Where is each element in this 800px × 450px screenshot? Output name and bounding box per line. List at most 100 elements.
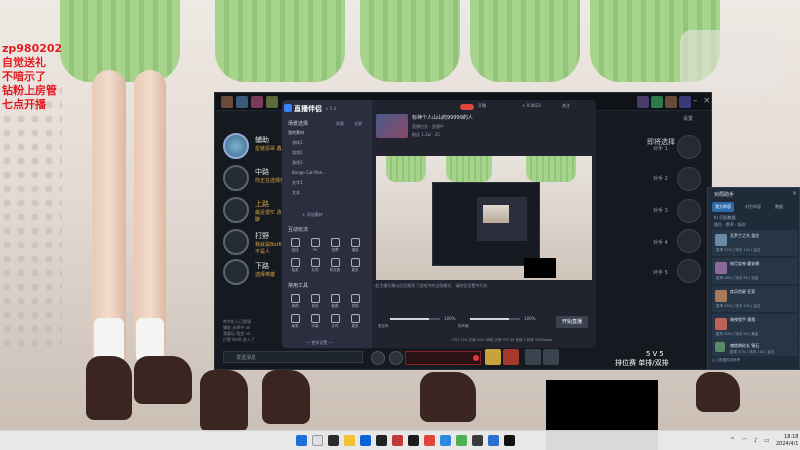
- tool-button[interactable]: 粉丝团: [326, 258, 344, 273]
- champion-icon[interactable]: [221, 96, 233, 108]
- tool-button[interactable]: 更多: [346, 314, 364, 329]
- card-stats: 胜率 55% | 场次 200 | 钻石: [716, 304, 761, 308]
- tab-data[interactable]: 数据: [772, 202, 786, 212]
- stream-preview[interactable]: [376, 156, 592, 280]
- wechat-icon[interactable]: [456, 435, 467, 446]
- tool-button[interactable]: 字幕: [306, 314, 324, 329]
- wifi-icon[interactable]: ◠: [742, 437, 747, 444]
- speaker-volume-slider[interactable]: [470, 318, 520, 320]
- tool-button[interactable]: 投票: [326, 238, 344, 253]
- app-icon[interactable]: [376, 435, 387, 446]
- summoner-spell-icon[interactable]: [503, 349, 519, 365]
- player-role: 辅助: [255, 136, 269, 144]
- chat-input[interactable]: 发送消息: [223, 351, 363, 363]
- windows-taskbar: ^ ◠ ♪ ▭ 18:18 2024/4/1: [0, 430, 800, 450]
- champion-icon[interactable]: [266, 96, 278, 108]
- tool-button[interactable]: 福袋: [346, 238, 364, 253]
- helper-subtitle: Kr 匹配数据: [714, 215, 736, 220]
- tool-button[interactable]: PK: [306, 238, 324, 252]
- skirt-shape: [60, 0, 180, 82]
- start-icon[interactable]: [296, 435, 307, 446]
- app-icon[interactable]: [424, 435, 435, 446]
- stream-app-icon[interactable]: [504, 435, 515, 446]
- tool-button[interactable]: 计时: [326, 314, 344, 329]
- summoner-spell-icon[interactable]: [485, 349, 501, 365]
- file-explorer-icon[interactable]: [344, 435, 355, 446]
- speaker-volume-value: 100%: [524, 316, 536, 321]
- player-card[interactable]: 疾风剑豪 亚索 胜率 55% | 场次 200 | 钻石: [712, 286, 798, 312]
- tab-enemy-team[interactable]: 对方阵容: [742, 202, 764, 212]
- overlay-line: 不喑示了: [2, 70, 46, 83]
- source-item[interactable]: 游戏3: [292, 160, 303, 166]
- source-item[interactable]: Bongo Cat Mve...: [292, 170, 326, 175]
- tiktok-icon[interactable]: [408, 435, 419, 446]
- tool-button[interactable]: 连线: [286, 238, 304, 253]
- card-name: 暗夜猎手 薇恩: [730, 317, 756, 322]
- mic-volume-slider[interactable]: [390, 318, 440, 320]
- champion-icon[interactable]: [651, 96, 663, 108]
- card-name: 瓦罗兰之光 盖伦: [730, 233, 760, 238]
- app-icon[interactable]: [488, 435, 499, 446]
- settings-label[interactable]: 设置: [683, 115, 693, 122]
- follow-tag[interactable]: 关注: [562, 103, 570, 109]
- tool-button[interactable]: 音效: [306, 294, 324, 309]
- tag-fullscreen[interactable]: 全屏: [354, 121, 362, 127]
- champion-icon[interactable]: [236, 96, 248, 108]
- emote-button[interactable]: [371, 351, 385, 365]
- close-icon[interactable]: ×: [703, 96, 711, 106]
- edge-icon[interactable]: [440, 435, 451, 446]
- interaction-header: 互动玩法: [288, 227, 309, 233]
- tool-button[interactable]: 更多: [346, 258, 364, 273]
- tag-scene[interactable]: 场景: [336, 121, 344, 127]
- skirt-shape: [470, 0, 580, 82]
- volume-icon[interactable]: ♪: [754, 437, 758, 444]
- room-cover-thumbnail[interactable]: [376, 114, 408, 138]
- player-card[interactable]: 皎月女神 戴安娜 胜率 48% | 场次 88 | 铂金: [712, 258, 798, 284]
- more-settings-link[interactable]: — 更多设置 —: [306, 340, 333, 346]
- opponent-label: 对手 1: [653, 146, 668, 152]
- ward-icon[interactable]: [543, 349, 559, 365]
- tool-button[interactable]: 截图: [326, 294, 344, 309]
- minimize-icon[interactable]: –: [693, 96, 698, 106]
- game-icon[interactable]: [392, 435, 403, 446]
- tool-button[interactable]: 礼物: [306, 258, 324, 273]
- source-item[interactable]: 游戏1: [292, 140, 303, 146]
- task-view-icon[interactable]: [328, 435, 339, 446]
- skin-icon[interactable]: [525, 349, 541, 365]
- player-role: 中路: [255, 168, 269, 176]
- scene-selector[interactable]: 场景选择: [288, 120, 308, 127]
- chevron-up-icon[interactable]: ^: [730, 437, 735, 444]
- app-icon[interactable]: [472, 435, 483, 446]
- battery-icon[interactable]: ▭: [764, 437, 770, 444]
- tool-button[interactable]: 画笔: [286, 314, 304, 329]
- champion-icon[interactable]: [637, 96, 649, 108]
- source-item[interactable]: 文字1: [292, 180, 303, 186]
- champion-icon[interactable]: [679, 96, 691, 108]
- add-source-button[interactable]: + 添加素材: [302, 212, 323, 218]
- card-name: 皎月女神 戴安娜: [730, 261, 760, 266]
- start-live-button[interactable]: 开始直播: [556, 316, 588, 328]
- browser-icon[interactable]: [360, 435, 371, 446]
- tool-button[interactable]: 抽奖: [286, 258, 304, 273]
- tab-my-team[interactable]: 我方阵容: [712, 202, 734, 212]
- edit-rune-button[interactable]: [389, 351, 403, 365]
- player-card[interactable]: 暗夜猎手 薇恩 胜率 50% | 场次 64 | 黄金: [712, 314, 798, 340]
- source-item[interactable]: 游戏2: [292, 150, 303, 156]
- source-item[interactable]: 文本: [292, 190, 300, 196]
- tool-button[interactable]: 美颜: [286, 294, 304, 309]
- sound-icon: [310, 294, 320, 303]
- system-clock[interactable]: 18:18 2024/4/1: [776, 434, 798, 448]
- player-card[interactable]: 魂锁典狱长 锤石 胜率 57% | 场次 150 | 钻石: [712, 340, 798, 356]
- stream-app-sidebar: 直播伴侣 v 5.4 场景选择 场景 全屏 我的素材 游戏1 游戏2 游戏3 B…: [282, 100, 372, 348]
- background-shape: [680, 30, 780, 90]
- tool-button[interactable]: 录制: [346, 294, 364, 309]
- close-icon[interactable]: ×: [792, 190, 797, 197]
- champion-icon[interactable]: [665, 96, 677, 108]
- search-icon[interactable]: [312, 435, 323, 446]
- champion-icon[interactable]: [251, 96, 263, 108]
- shoe-shape: [696, 372, 740, 412]
- player-card[interactable]: 瓦罗兰之光 盖伦 胜率 52% | 场次 120 | 钻石: [712, 230, 798, 256]
- champion-name-box[interactable]: [405, 351, 481, 365]
- room-title[interactable]: 标神个人山山的99999的人: [412, 114, 473, 121]
- overlay-line: 自觉送礼: [2, 56, 46, 69]
